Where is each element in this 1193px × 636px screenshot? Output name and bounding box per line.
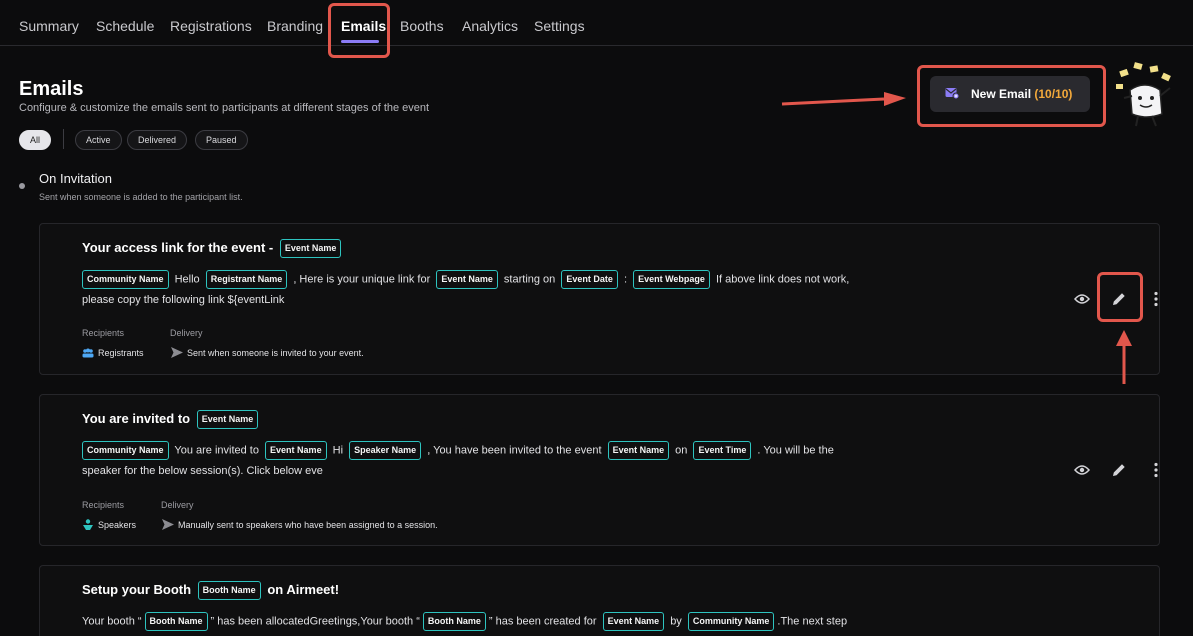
email-preview-line-2: speaker for the below session(s). Click …	[82, 465, 323, 477]
variable-tag: Booth Name	[422, 612, 486, 631]
filter-divider	[63, 129, 64, 149]
variable-tag: Registrant Name	[205, 270, 288, 289]
email-card[interactable]: Your access link for the event - Event N…	[39, 223, 1160, 375]
annotation-highlight-new-email	[917, 65, 1106, 127]
top-nav: Summary Schedule Registrations Branding …	[0, 0, 1193, 46]
page-title: Emails	[19, 78, 84, 100]
variable-tag: Event Name	[602, 612, 665, 631]
variable-tag: Event Name	[279, 239, 342, 258]
tab-booths[interactable]: Booths	[400, 18, 444, 34]
section-subtitle: Sent when someone is added to the partic…	[39, 192, 243, 202]
eye-icon[interactable]	[1074, 293, 1090, 305]
recipients-value: Registrants	[98, 348, 144, 358]
tab-settings[interactable]: Settings	[534, 18, 585, 34]
email-preview-line: Community Name Hello Registrant Name , H…	[82, 270, 849, 289]
section-title: On Invitation	[39, 171, 112, 186]
filter-all[interactable]: All	[19, 130, 52, 150]
filter-delivered[interactable]: Delivered	[127, 130, 188, 150]
variable-tag: Event Name	[607, 441, 670, 460]
email-preview-line: Your booth “Booth Name” has been allocat…	[82, 612, 847, 631]
variable-tag: Community Name	[687, 612, 775, 631]
more-vertical-icon[interactable]	[1153, 291, 1159, 307]
variable-tag: Event Name	[196, 410, 259, 429]
tab-analytics[interactable]: Analytics	[462, 18, 518, 34]
speaker-icon	[83, 519, 93, 530]
email-card-title: Setup your Booth Booth Name on Airmeet!	[82, 581, 339, 600]
variable-tag: Booth Name	[197, 581, 261, 600]
annotation-arrow-right	[781, 92, 906, 106]
annotation-arrow-up	[1116, 330, 1132, 384]
mascot-illustration	[1116, 62, 1171, 127]
variable-tag: Event Name	[265, 441, 327, 460]
annotation-highlight-edit	[1097, 272, 1143, 322]
send-icon	[162, 519, 174, 530]
recipients-value: Speakers	[98, 520, 137, 530]
recipients-label: Recipients	[82, 500, 125, 510]
variable-tag: Event Time	[693, 441, 752, 460]
people-icon	[82, 348, 94, 358]
eye-icon[interactable]	[1074, 464, 1090, 476]
delivery-value: Manually sent to speakers who have been …	[178, 520, 438, 530]
send-icon	[171, 347, 183, 358]
delivery-label: Delivery	[161, 500, 194, 510]
filter-active[interactable]: Active	[75, 130, 122, 150]
recipients-label: Recipients	[82, 328, 125, 338]
email-card-title: You are invited to Event Name	[82, 410, 261, 429]
page-subtitle: Configure & customize the emails sent to…	[19, 102, 430, 114]
delivery-value: Sent when someone is invited to your eve…	[187, 348, 364, 358]
tab-summary[interactable]: Summary	[19, 18, 79, 34]
tab-registrations[interactable]: Registrations	[170, 18, 252, 34]
variable-tag: Event Webpage	[633, 270, 710, 289]
email-preview-line: Community Name You are invited to Event …	[82, 441, 834, 460]
email-card-title: Your access link for the event - Event N…	[82, 239, 344, 258]
annotation-highlight-emails-tab	[328, 3, 390, 58]
more-vertical-icon[interactable]	[1153, 462, 1159, 478]
email-card[interactable]: Setup your Booth Booth Name on Airmeet! …	[39, 565, 1160, 636]
pencil-icon[interactable]	[1111, 462, 1127, 478]
timeline-dot	[19, 183, 25, 189]
variable-tag: Event Name	[436, 270, 498, 289]
filter-paused[interactable]: Paused	[195, 130, 248, 150]
variable-tag: Event Date	[561, 270, 618, 289]
variable-tag: Community Name	[82, 270, 169, 289]
email-card[interactable]: You are invited to Event Name Community …	[39, 394, 1160, 546]
tab-branding[interactable]: Branding	[267, 18, 323, 34]
delivery-label: Delivery	[170, 328, 203, 338]
tab-schedule[interactable]: Schedule	[96, 18, 154, 34]
variable-tag: Speaker Name	[349, 441, 422, 460]
variable-tag: Community Name	[82, 441, 169, 460]
email-preview-line-2: please copy the following link ${eventLi…	[82, 294, 285, 306]
variable-tag: Booth Name	[144, 612, 208, 631]
